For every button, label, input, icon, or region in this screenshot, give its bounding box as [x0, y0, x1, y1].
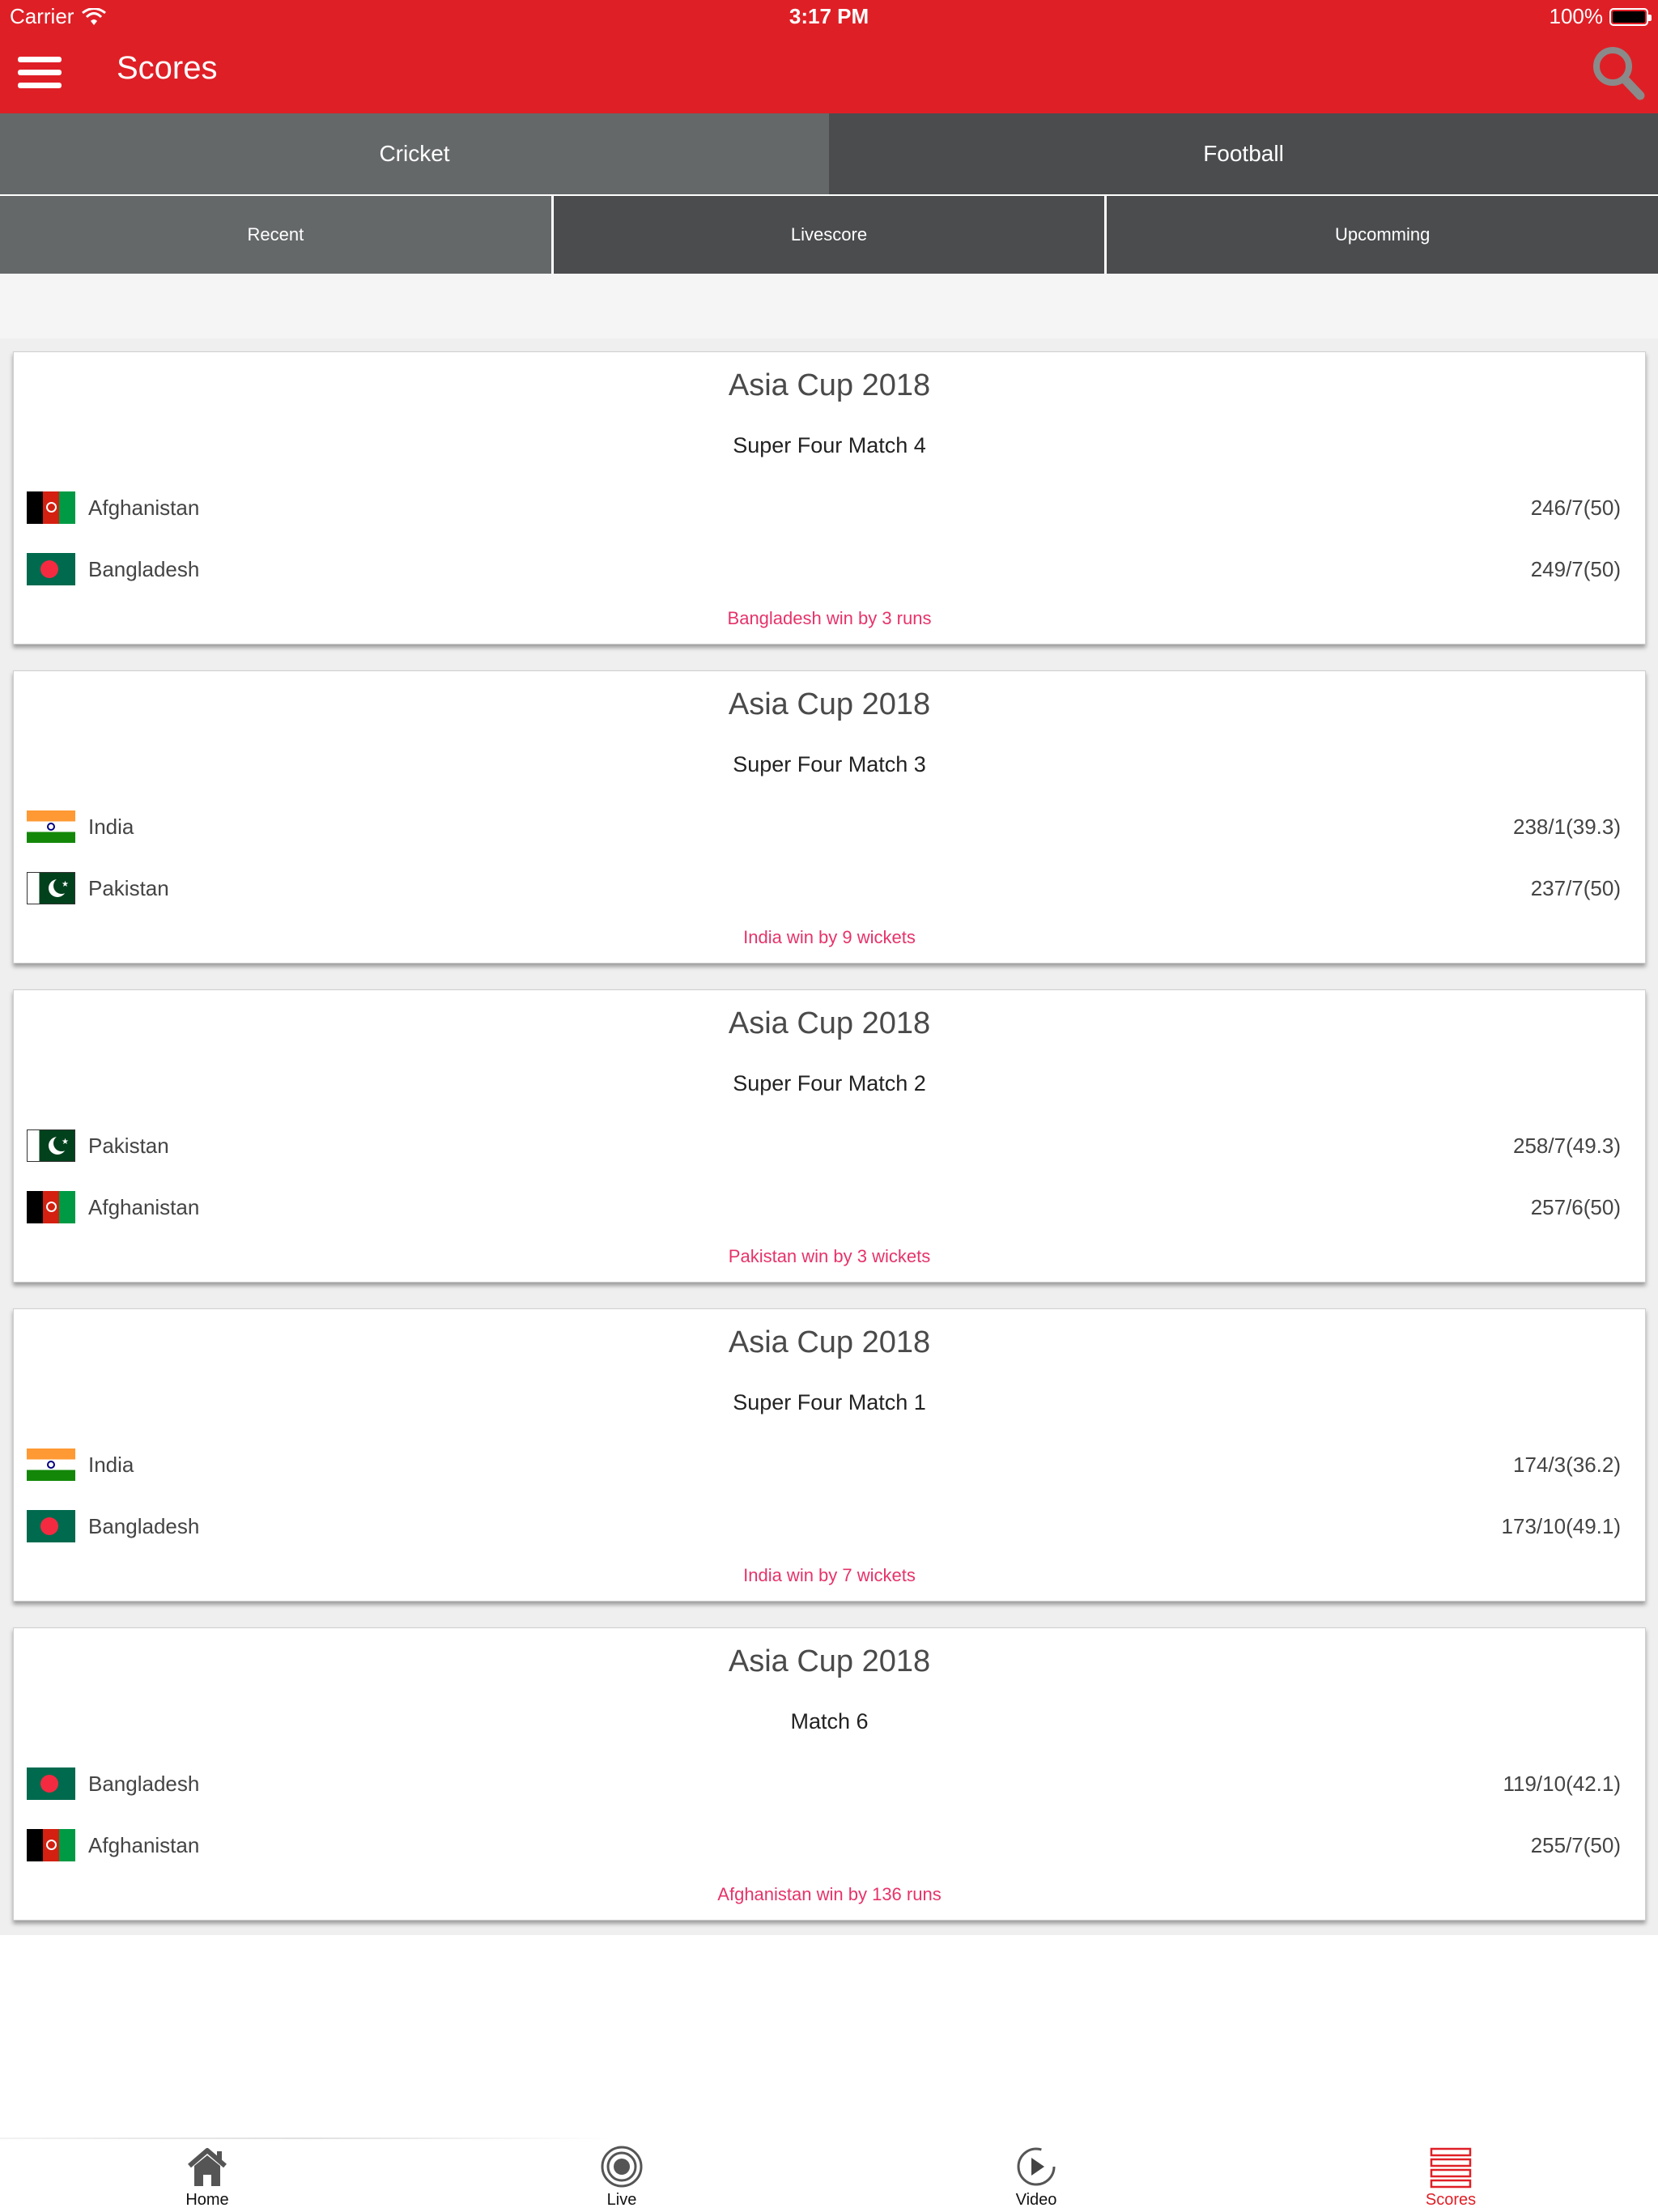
- tab-football-label: Football: [1203, 141, 1284, 166]
- match-result: India win by 9 wickets: [743, 927, 916, 947]
- home-icon: [188, 2148, 227, 2186]
- pakistan-flag: ★: [27, 872, 75, 904]
- team-name: Afghanistan: [88, 1832, 200, 1857]
- match-name: Super Four Match 1: [733, 1390, 926, 1414]
- team-name: Bangladesh: [88, 1771, 200, 1796]
- team-name: Afghanistan: [88, 495, 200, 520]
- match-card[interactable]: Asia Cup 2018 Super Four Match 1 India 1…: [13, 1308, 1646, 1602]
- tournament-title: Asia Cup 2018: [728, 1644, 931, 1678]
- tab-livescore-label: Livescore: [790, 224, 868, 245]
- match-result: Afghanistan win by 136 runs: [717, 1884, 942, 1904]
- pakistan-flag: ★: [27, 1129, 75, 1162]
- team-row: India 238/1(39.3): [27, 810, 1621, 843]
- search-icon[interactable]: [1590, 44, 1647, 102]
- match-name: Match 6: [790, 1709, 869, 1733]
- team-row: ★ Pakistan 237/7(50): [27, 872, 1621, 904]
- tab-cricket[interactable]: Cricket: [0, 113, 829, 194]
- team-score: 238/1(39.3): [1513, 814, 1621, 839]
- match-result: India win by 7 wickets: [743, 1565, 916, 1585]
- status-time: 3:17 PM: [789, 4, 869, 28]
- team-name: Pakistan: [88, 1133, 169, 1158]
- tab-live-label: Live: [606, 2191, 637, 2209]
- tab-home[interactable]: Home: [0, 2139, 414, 2212]
- team-row: Bangladesh 119/10(42.1): [27, 1767, 1621, 1800]
- tab-recent[interactable]: Recent: [0, 196, 551, 274]
- team-name: India: [88, 1452, 134, 1477]
- tab-upcomming-label: Upcomming: [1334, 224, 1431, 245]
- spacer: [0, 274, 1658, 338]
- battery-group: 100%: [1549, 4, 1652, 29]
- sport-tabs: Cricket Football: [0, 113, 1658, 194]
- tab-recent-label: Recent: [247, 224, 304, 245]
- team-row: Bangladesh 249/7(50): [27, 553, 1621, 585]
- match-result: Bangladesh win by 3 runs: [727, 608, 932, 628]
- match-name: Super Four Match 3: [733, 752, 926, 776]
- tab-live[interactable]: Live: [414, 2139, 829, 2212]
- india-flag: [27, 1448, 75, 1481]
- afghanistan-flag: [27, 1191, 75, 1223]
- tab-home-label: Home: [185, 2191, 229, 2209]
- team-score: 249/7(50): [1530, 556, 1621, 581]
- match-list: Asia Cup 2018 Super Four Match 4 Afghani…: [0, 338, 1658, 1935]
- status-bar: Carrier 3:17 PM 100%: [0, 0, 1658, 32]
- tab-video[interactable]: Video: [829, 2139, 1244, 2212]
- team-row: Afghanistan 257/6(50): [27, 1191, 1621, 1223]
- team-row: India 174/3(36.2): [27, 1448, 1621, 1481]
- scores-list-icon: [1430, 2147, 1472, 2189]
- tab-scores-label: Scores: [1425, 2191, 1477, 2209]
- team-name: Bangladesh: [88, 556, 200, 581]
- team-name: Bangladesh: [88, 1513, 200, 1538]
- india-flag: [27, 810, 75, 843]
- bangladesh-flag: [27, 1510, 75, 1542]
- team-score: 255/7(50): [1530, 1832, 1621, 1857]
- live-icon: [601, 2146, 643, 2188]
- battery-icon: [1609, 7, 1652, 26]
- team-row: Afghanistan 255/7(50): [27, 1829, 1621, 1861]
- bangladesh-flag: [27, 1767, 75, 1800]
- bottom-tab-bar: Home Live Video Scores: [0, 2139, 1658, 2212]
- team-score: 246/7(50): [1530, 495, 1621, 520]
- match-result: Pakistan win by 3 wickets: [728, 1246, 931, 1266]
- afghanistan-flag: [27, 491, 75, 524]
- tournament-title: Asia Cup 2018: [728, 368, 931, 402]
- tournament-title: Asia Cup 2018: [728, 687, 931, 721]
- team-score: 174/3(36.2): [1513, 1452, 1621, 1477]
- tab-livescore[interactable]: Livescore: [553, 196, 1105, 274]
- team-score: 173/10(49.1): [1501, 1513, 1621, 1538]
- match-name: Super Four Match 2: [733, 1071, 926, 1095]
- battery-percent: 100%: [1549, 4, 1604, 28]
- team-name: India: [88, 814, 134, 839]
- page-title: Scores: [117, 50, 218, 86]
- afghanistan-flag: [27, 1829, 75, 1861]
- match-card[interactable]: Asia Cup 2018 Super Four Match 2 ★ Pakis…: [13, 989, 1646, 1283]
- team-name: Afghanistan: [88, 1194, 200, 1219]
- team-name: Pakistan: [88, 875, 169, 900]
- team-score: 237/7(50): [1530, 875, 1621, 900]
- team-score: 257/6(50): [1530, 1194, 1621, 1219]
- tab-scores[interactable]: Scores: [1244, 2139, 1658, 2212]
- match-card[interactable]: Asia Cup 2018 Super Four Match 3 India 2…: [13, 670, 1646, 963]
- tab-football[interactable]: Football: [829, 113, 1658, 194]
- filter-tabs: Recent Livescore Upcomming: [0, 196, 1658, 274]
- bangladesh-flag: [27, 553, 75, 585]
- tab-cricket-label: Cricket: [379, 141, 450, 166]
- tournament-title: Asia Cup 2018: [728, 1006, 931, 1040]
- match-card[interactable]: Asia Cup 2018 Match 6 Bangladesh 119/10(…: [13, 1627, 1646, 1921]
- team-row: ★ Pakistan 258/7(49.3): [27, 1129, 1621, 1162]
- match-card[interactable]: Asia Cup 2018 Super Four Match 4 Afghani…: [13, 351, 1646, 644]
- tab-upcomming[interactable]: Upcomming: [1107, 196, 1658, 274]
- top-bar: Carrier 3:17 PM 100% Scores: [0, 0, 1658, 113]
- match-name: Super Four Match 4: [733, 433, 926, 457]
- hamburger-menu-icon[interactable]: [18, 57, 63, 89]
- team-score: 119/10(42.1): [1503, 1771, 1621, 1796]
- tournament-title: Asia Cup 2018: [728, 1325, 931, 1359]
- play-icon: [1017, 2147, 1056, 2186]
- team-score: 258/7(49.3): [1513, 1133, 1621, 1158]
- team-row: Afghanistan 246/7(50): [27, 491, 1621, 524]
- tab-video-label: Video: [1015, 2191, 1057, 2209]
- team-row: Bangladesh 173/10(49.1): [27, 1510, 1621, 1542]
